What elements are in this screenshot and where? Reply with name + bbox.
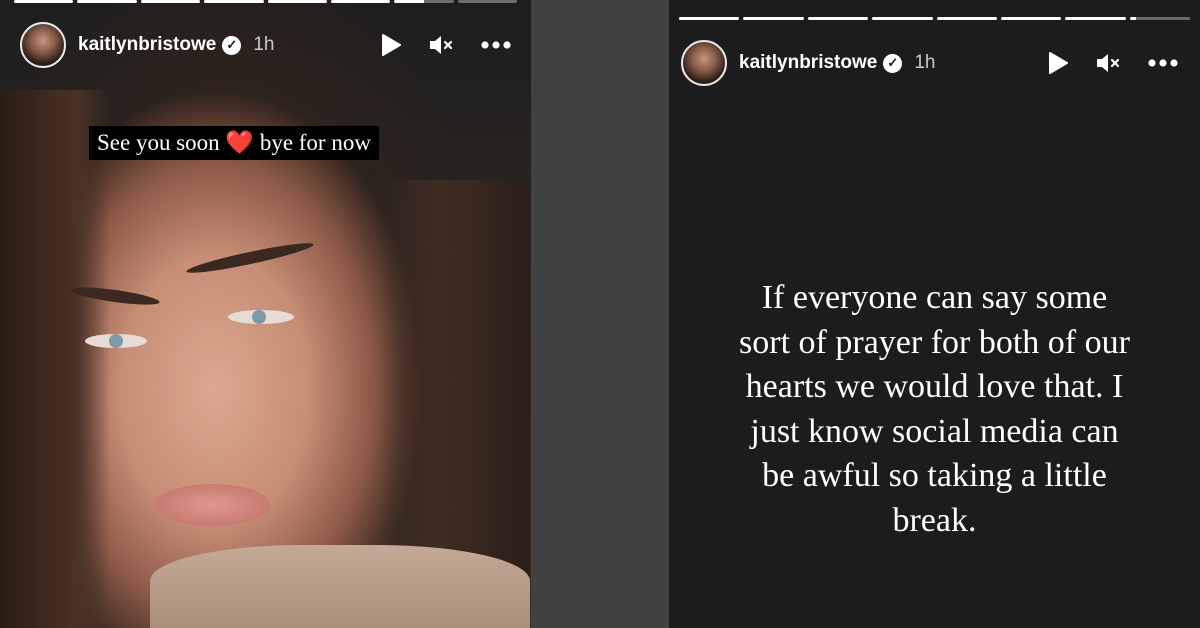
hair-left <box>0 90 110 628</box>
progress-segment <box>743 17 804 20</box>
progress-segment <box>872 17 933 20</box>
username[interactable]: kaitlynbristowe <box>78 34 216 56</box>
progress-segment <box>394 0 454 3</box>
progress-segment <box>1129 17 1190 20</box>
verified-badge-icon: ✓ <box>883 53 903 73</box>
more-icon[interactable] <box>481 41 511 49</box>
progress-segment <box>140 0 201 3</box>
story-text-line: If everyone can say some <box>761 279 1108 316</box>
right-story[interactable]: kaitlynbristowe ✓ 1h If everyone can say… <box>669 0 1200 628</box>
story-header: kaitlynbristowe ✓ 1h <box>20 22 511 68</box>
story-text-line: just know social media can <box>750 412 1119 450</box>
progress-segment <box>679 17 740 20</box>
progress-segment <box>1065 17 1126 20</box>
story-text-line: be awful so taking a little <box>762 457 1107 494</box>
story-caption: See you soon ❤️ bye for now <box>89 126 379 160</box>
avatar[interactable] <box>681 40 727 86</box>
heart-icon: ❤️ <box>225 130 255 155</box>
left-story[interactable]: kaitlynbristowe ✓ 1h See you soon ❤️ bye… <box>0 0 531 628</box>
username[interactable]: kaitlynbristowe <box>739 52 877 74</box>
progress-segment <box>807 17 869 20</box>
right-eyebrow <box>185 238 315 278</box>
verified-badge-icon: ✓ <box>222 35 242 55</box>
right-eye <box>228 310 294 324</box>
story-text-line: sort of prayer for both of our <box>739 323 1130 361</box>
caption-text-start: See you soon <box>97 130 220 155</box>
sweater <box>150 545 530 628</box>
play-icon[interactable] <box>381 34 401 56</box>
story-text: If everyone can say some sort of prayer … <box>689 276 1180 543</box>
more-icon[interactable] <box>1148 59 1178 67</box>
story-progress-bar <box>14 0 517 3</box>
progress-segment <box>457 0 517 3</box>
post-time: 1h <box>253 34 275 55</box>
mute-icon[interactable] <box>429 34 453 56</box>
lips <box>155 484 270 526</box>
story-progress-bar <box>679 17 1190 20</box>
progress-segment <box>936 17 997 20</box>
avatar[interactable] <box>20 22 66 68</box>
left-eye <box>85 334 147 348</box>
progress-segment <box>330 0 391 3</box>
progress-segment <box>204 0 264 3</box>
progress-segment <box>14 0 74 3</box>
play-icon[interactable] <box>1048 52 1068 74</box>
story-text-line: break. <box>892 501 977 539</box>
post-time: 1h <box>914 52 936 73</box>
mute-icon[interactable] <box>1096 52 1120 74</box>
story-header: kaitlynbristowe ✓ 1h <box>681 40 1178 86</box>
progress-segment <box>77 0 137 3</box>
caption-text-end: bye for now <box>259 130 371 155</box>
progress-segment <box>267 0 327 3</box>
story-text-line: hearts we would love that. I <box>745 368 1124 405</box>
progress-segment <box>1000 17 1062 20</box>
